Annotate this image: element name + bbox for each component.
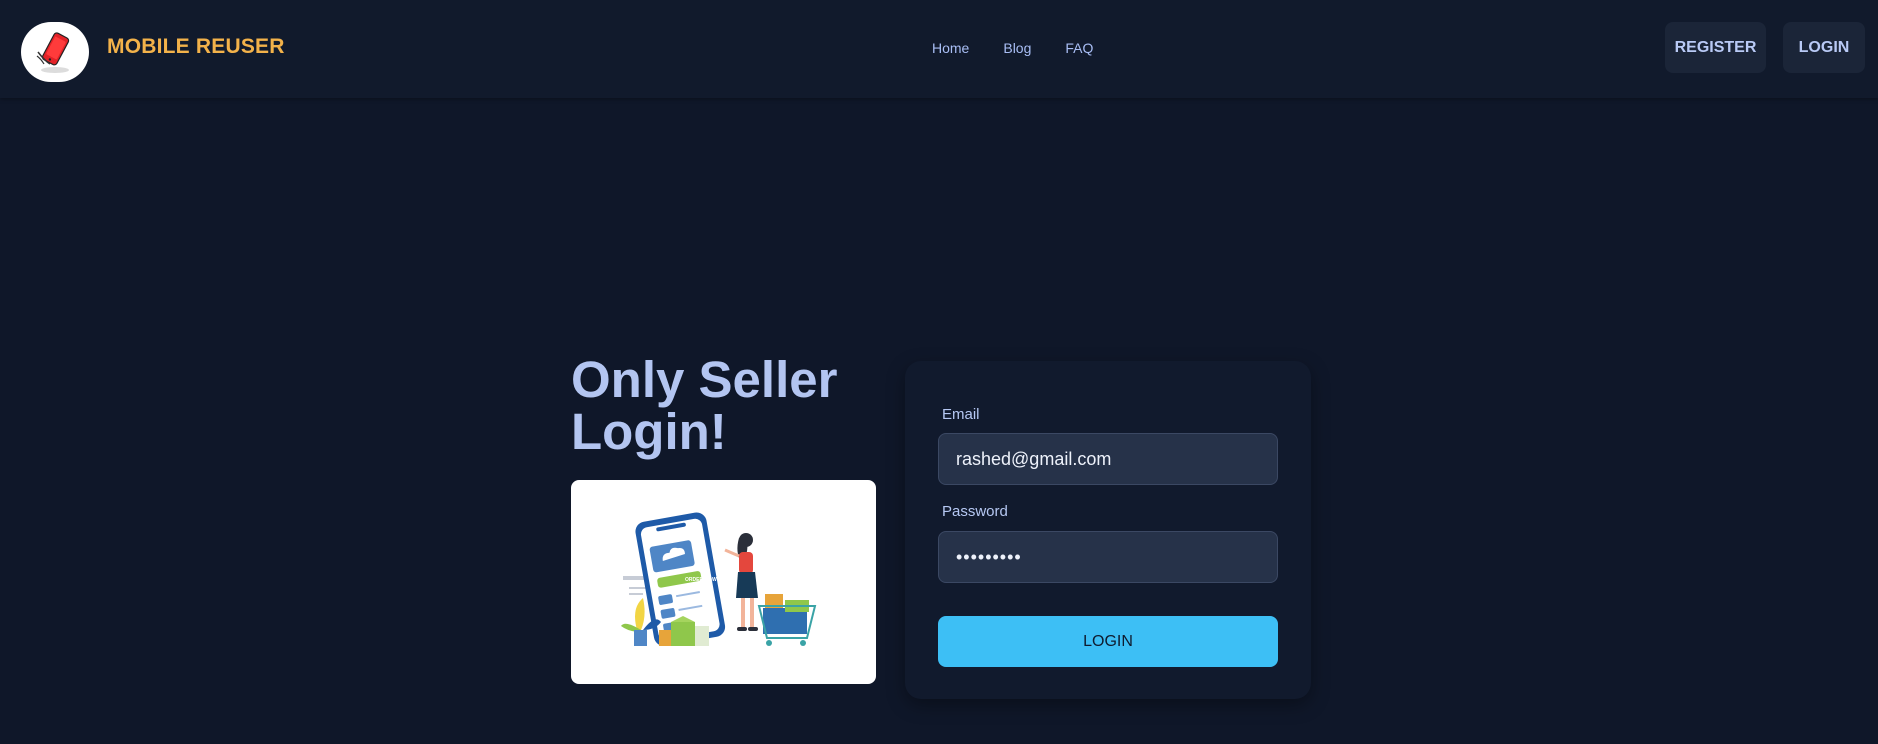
order-now-label: ORDER NOW [685,577,717,583]
online-shopping-illustration: ORDER NOW [571,480,876,684]
main-nav: Home Blog FAQ [932,40,1127,56]
email-label: Email [942,406,980,423]
nav-home[interactable]: Home [932,40,969,56]
password-field[interactable] [938,531,1278,583]
logo[interactable] [21,22,89,82]
login-submit-button[interactable]: LOGIN [938,616,1278,667]
register-button[interactable]: REGISTER [1665,22,1766,73]
nav-blog[interactable]: Blog [1003,40,1031,56]
email-field[interactable] [938,433,1278,485]
top-navbar: MOBILE REUSER Home Blog FAQ REGISTER LOG… [0,0,1878,98]
brand-name[interactable]: MOBILE REUSER [107,35,285,59]
login-nav-button[interactable]: LOGIN [1783,22,1865,73]
page-title: Only Seller Login! [571,351,838,460]
shopping-illustration-image: ORDER NOW [621,512,817,646]
phone-icon [36,32,70,73]
login-card: Email Password LOGIN [905,361,1311,699]
password-label: Password [942,503,1008,520]
nav-faq[interactable]: FAQ [1065,40,1093,56]
